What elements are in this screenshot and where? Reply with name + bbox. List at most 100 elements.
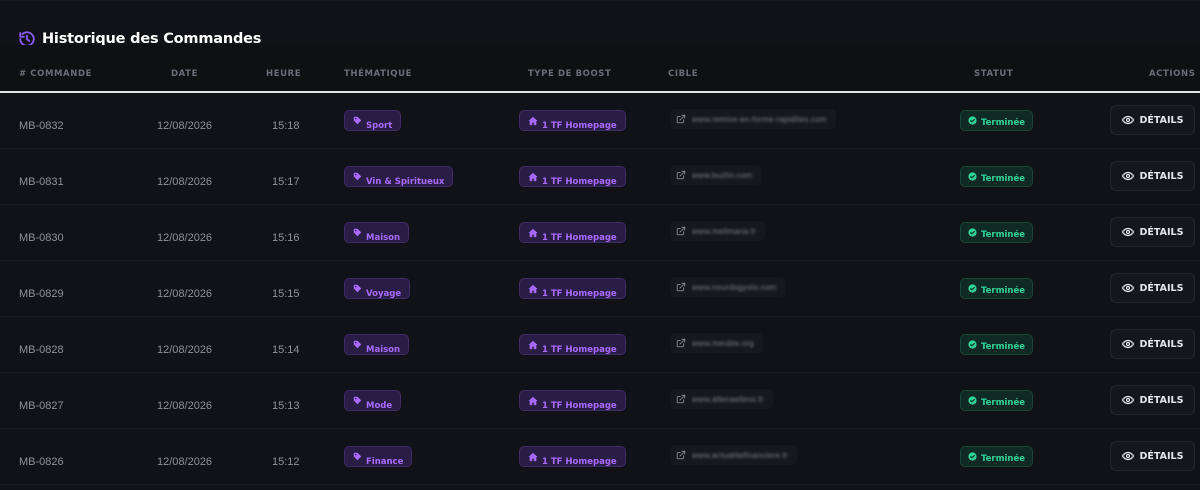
status-badge: Terminée xyxy=(960,334,1033,355)
boost-label: 1 TF Homepage xyxy=(542,400,617,411)
target-link[interactable]: www.actualitefinanciere.fr xyxy=(670,445,797,465)
theme-label: Voyage xyxy=(366,288,402,299)
status-label: Terminée xyxy=(981,173,1025,184)
check-circle-icon xyxy=(968,116,977,125)
status-badge: Terminée xyxy=(960,390,1033,411)
details-label: DÉTAILS xyxy=(1139,394,1184,406)
eye-icon xyxy=(1121,283,1134,293)
boost-badge: 1 TF Homepage xyxy=(519,166,626,187)
boost-badge: 1 TF Homepage xyxy=(519,446,626,467)
details-button[interactable]: DÉTAILS xyxy=(1110,161,1195,191)
order-id: MB-0829 xyxy=(19,288,64,300)
tag-icon xyxy=(353,396,362,405)
target-link[interactable]: www.remise-en-forme-rapidites.com xyxy=(670,109,836,129)
status-badge: Terminée xyxy=(960,278,1033,299)
details-button[interactable]: DÉTAILS xyxy=(1110,385,1195,415)
status-label: Terminée xyxy=(981,117,1025,128)
boost-label: 1 TF Homepage xyxy=(542,288,617,299)
table-row: MB-0831 12/08/2026 15:17 Vin & Spiritueu… xyxy=(0,149,1200,205)
table-row: MB-0830 12/08/2026 15:16 Maison 1 TF Hom… xyxy=(0,205,1200,261)
order-time: 15:16 xyxy=(272,232,300,244)
external-link-icon xyxy=(676,394,686,404)
theme-label: Sport xyxy=(366,120,393,131)
theme-label: Finance xyxy=(366,456,404,467)
home-icon xyxy=(528,340,538,349)
boost-label: 1 TF Homepage xyxy=(542,456,617,467)
tag-icon xyxy=(353,172,362,181)
theme-badge: Voyage xyxy=(344,278,411,299)
order-date: 12/08/2026 xyxy=(157,120,213,132)
target-link[interactable]: www.nourdogyolo.com xyxy=(670,277,786,297)
check-circle-icon xyxy=(968,228,977,237)
boost-label: 1 TF Homepage xyxy=(542,232,617,243)
boost-label: 1 TF Homepage xyxy=(542,344,617,355)
home-icon xyxy=(528,228,538,237)
column-header-time: HEURE xyxy=(266,69,302,79)
home-icon xyxy=(528,452,538,461)
tag-icon xyxy=(353,284,362,293)
target-link[interactable]: www.buzlin.com xyxy=(670,165,762,185)
status-label: Terminée xyxy=(981,453,1025,464)
details-button[interactable]: DÉTAILS xyxy=(1110,329,1195,359)
external-link-icon xyxy=(676,226,686,236)
tag-icon xyxy=(353,228,362,237)
order-date: 12/08/2026 xyxy=(157,288,213,300)
order-date: 12/08/2026 xyxy=(157,344,213,356)
check-circle-icon xyxy=(968,396,977,405)
column-header-boost-type: TYPE DE BOOST xyxy=(528,69,612,79)
home-icon xyxy=(528,116,538,125)
order-date: 12/08/2026 xyxy=(157,232,213,244)
home-icon xyxy=(528,396,538,405)
tag-icon xyxy=(353,452,362,461)
eye-icon xyxy=(1121,339,1134,349)
boost-badge: 1 TF Homepage xyxy=(519,222,626,243)
details-button[interactable]: DÉTAILS xyxy=(1110,217,1195,247)
boost-badge: 1 TF Homepage xyxy=(519,278,626,299)
status-badge: Terminée xyxy=(960,110,1033,131)
target-url: www.remise-en-forme-rapidites.com xyxy=(692,114,827,124)
eye-icon xyxy=(1121,171,1134,181)
boost-label: 1 TF Homepage xyxy=(542,120,617,131)
details-button[interactable]: DÉTAILS xyxy=(1110,441,1195,471)
target-url: www.buzlin.com xyxy=(692,170,753,180)
tag-icon xyxy=(353,340,362,349)
external-link-icon xyxy=(676,114,686,124)
theme-badge: Mode xyxy=(344,390,402,411)
order-time: 15:12 xyxy=(272,456,300,468)
status-badge: Terminée xyxy=(960,166,1033,187)
theme-badge: Maison xyxy=(344,334,410,355)
order-date: 12/08/2026 xyxy=(157,456,213,468)
theme-badge: Vin & Spiritueux xyxy=(344,166,454,187)
order-time: 15:15 xyxy=(272,288,300,300)
column-header-date: DATE xyxy=(171,69,198,79)
theme-badge: Sport xyxy=(344,110,402,131)
details-button[interactable]: DÉTAILS xyxy=(1110,273,1195,303)
table-header xyxy=(0,45,1200,91)
home-icon xyxy=(528,172,538,181)
details-label: DÉTAILS xyxy=(1139,226,1184,238)
status-label: Terminée xyxy=(981,397,1025,408)
check-circle-icon xyxy=(968,340,977,349)
target-url: www.meuble.org xyxy=(692,338,754,348)
eye-icon xyxy=(1121,395,1134,405)
order-id: MB-0831 xyxy=(19,176,64,188)
target-link[interactable]: www.meilmaria.fr xyxy=(670,221,766,241)
eye-icon xyxy=(1121,227,1134,237)
order-id: MB-0828 xyxy=(19,344,64,356)
target-link[interactable]: www.meuble.org xyxy=(670,333,763,353)
details-button[interactable]: DÉTAILS xyxy=(1110,105,1195,135)
status-label: Terminée xyxy=(981,341,1025,352)
target-link[interactable]: www.allenaelless.fr xyxy=(670,389,773,409)
tag-icon xyxy=(353,116,362,125)
boost-label: 1 TF Homepage xyxy=(542,176,617,187)
eye-icon xyxy=(1121,115,1134,125)
details-label: DÉTAILS xyxy=(1139,170,1184,182)
target-url: www.nourdogyolo.com xyxy=(692,282,777,292)
target-url: www.allenaelless.fr xyxy=(692,394,764,404)
status-badge: Terminée xyxy=(960,222,1033,243)
details-label: DÉTAILS xyxy=(1139,282,1184,294)
theme-label: Maison xyxy=(366,232,401,243)
status-label: Terminée xyxy=(981,229,1025,240)
external-link-icon xyxy=(676,170,686,180)
target-url: www.meilmaria.fr xyxy=(692,226,757,236)
